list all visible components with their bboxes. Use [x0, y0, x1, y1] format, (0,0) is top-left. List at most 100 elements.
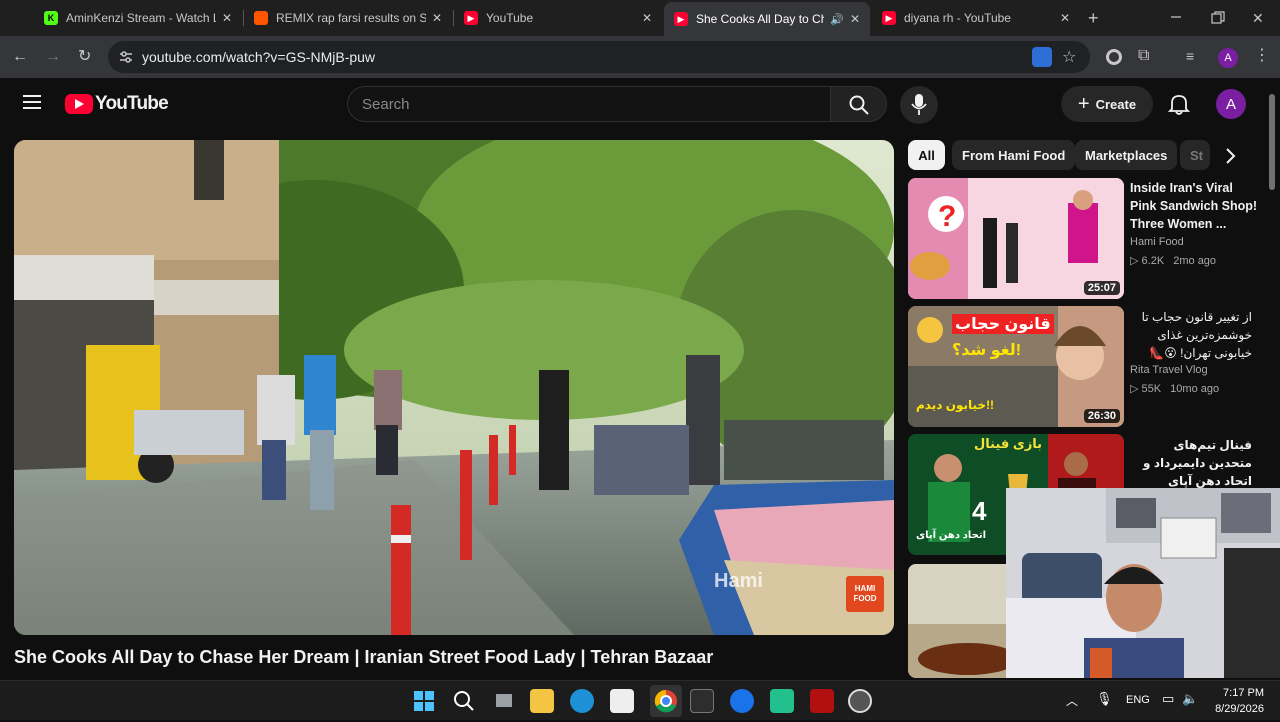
chip-marketplaces[interactable]: Marketplaces: [1075, 140, 1178, 170]
hamburger-menu-icon[interactable]: [23, 95, 41, 109]
address-bar[interactable]: youtube.com/watch?v=GS-NMjB-puw ☆: [108, 41, 1090, 73]
thumbnail-overlay-text: لغو شد؟!: [952, 342, 1022, 359]
search-input[interactable]: Search: [347, 86, 831, 122]
browser-tab-5[interactable]: ▶ diyana rh - YouTube ✕: [872, 4, 1080, 32]
chrome-icon: [654, 689, 677, 713]
play-small-icon: ▷: [1130, 255, 1139, 267]
dota-icon[interactable]: [810, 689, 834, 713]
browser-tab-4-active[interactable]: ▶ She Cooks All Day to Chase Her Dream 🔊…: [664, 2, 870, 36]
soundcloud-favicon-icon: [254, 11, 268, 25]
chip-all[interactable]: All: [908, 140, 945, 170]
thumbnail-overlay-number: 4: [972, 496, 987, 526]
profile-avatar[interactable]: A: [1218, 48, 1238, 68]
microsoft-store-icon[interactable]: [610, 689, 634, 713]
browser-tab-title: YouTube: [486, 11, 534, 25]
browser-tab-title: REMIX rap farsi results on SoundCloud: [276, 11, 426, 25]
chip-truncated[interactable]: St: [1180, 140, 1210, 170]
media-player-icon[interactable]: [848, 689, 872, 713]
youtube-header: YouTube Search + Create A: [0, 78, 1280, 132]
app-v-icon[interactable]: [730, 689, 754, 713]
extensions-puzzle-icon[interactable]: ⧉: [1138, 48, 1149, 64]
media-control-icon[interactable]: ≡: [1186, 48, 1194, 64]
browser-tab-1[interactable]: K AminKenzi Stream - Watch Live ✕: [34, 4, 242, 32]
android-studio-icon[interactable]: [770, 689, 794, 713]
chrome-taskbar-button[interactable]: [650, 685, 682, 717]
input-language[interactable]: ENG: [1126, 694, 1150, 706]
thumbnail-overlay-text: اتحاد دهن آپای: [916, 530, 986, 541]
thumbnail-overlay-text: قانون حجاب: [952, 314, 1054, 334]
close-window-icon[interactable]: ✕: [1252, 10, 1264, 27]
windows-start-icon[interactable]: [412, 689, 436, 713]
close-tab-icon[interactable]: ✕: [1060, 11, 1070, 25]
recommendation-age: 10mo ago: [1170, 383, 1220, 395]
recommendation-meta: ▷ 55K 10mo ago: [1130, 382, 1219, 395]
video-duration: 26:30: [1083, 409, 1120, 423]
plus-icon: +: [1077, 93, 1090, 115]
video-player[interactable]: Hami HAMI FOOD: [14, 140, 894, 635]
tray-chevron-up-icon[interactable]: ︿: [1066, 692, 1078, 709]
close-tab-icon[interactable]: ✕: [642, 11, 652, 25]
youtube-logo-text: YouTube: [95, 93, 169, 114]
system-clock[interactable]: 7:17 PM 8/29/2026: [1215, 685, 1264, 717]
browser-tab-3[interactable]: ▶ YouTube ✕: [454, 4, 662, 32]
file-explorer-icon[interactable]: [530, 689, 554, 713]
youtube-favicon-icon: ▶: [882, 11, 896, 25]
recommendation-channel[interactable]: Hami Food: [1130, 236, 1184, 248]
channel-badge-logo: HAMI FOOD: [846, 576, 884, 612]
account-avatar[interactable]: A: [1216, 89, 1246, 119]
chip-from-hami-food[interactable]: From Hami Food: [952, 140, 1076, 170]
close-tab-icon[interactable]: ✕: [222, 11, 232, 25]
new-tab-icon[interactable]: +: [1088, 9, 1099, 27]
recommendation-title[interactable]: Inside Iran's Viral Pink Sandwich Shop! …: [1130, 179, 1260, 233]
browser-tab-title: diyana rh - YouTube: [904, 11, 1011, 25]
menu-kebab-icon[interactable]: ⋮: [1254, 48, 1270, 64]
recommendation-views: 55K: [1141, 383, 1162, 395]
webcam-overlay: [1006, 488, 1280, 678]
voice-search-button[interactable]: [900, 86, 938, 124]
search-icon[interactable]: [452, 689, 476, 713]
task-view-icon[interactable]: [492, 689, 516, 713]
recommendation-thumbnail[interactable]: ? 25:07: [908, 178, 1124, 299]
clock-date: 8/29/2026: [1215, 703, 1264, 715]
volume-icon[interactable]: 🔈: [1182, 691, 1198, 707]
create-button[interactable]: + Create: [1061, 86, 1153, 122]
recommendation-channel[interactable]: Rita Travel Vlog: [1130, 364, 1208, 376]
site-info-icon[interactable]: [118, 49, 134, 65]
bookmark-star-icon[interactable]: ☆: [1062, 47, 1076, 67]
page-scrollbar[interactable]: [1269, 94, 1275, 190]
recommendation-meta: ▷ 6.2K 2mo ago: [1130, 254, 1216, 267]
close-tab-icon[interactable]: ✕: [432, 11, 442, 25]
search-button[interactable]: [830, 86, 887, 122]
chevron-right-icon[interactable]: [1218, 144, 1242, 168]
close-tab-icon[interactable]: ✕: [850, 12, 860, 26]
extension-circle-icon[interactable]: [1106, 49, 1122, 65]
terminal-icon[interactable]: [690, 689, 714, 713]
browser-toolbar: ← → ↻ youtube.com/watch?v=GS-NMjB-puw ☆ …: [0, 36, 1280, 78]
youtube-play-logo-icon: [65, 94, 93, 114]
reload-icon[interactable]: ↻: [78, 49, 91, 65]
video-title: She Cooks All Day to Chase Her Dream | I…: [14, 647, 714, 667]
create-label: Create: [1095, 96, 1137, 112]
tray-microphone-icon[interactable]: 🎙: [1096, 691, 1113, 707]
back-icon[interactable]: ←: [12, 49, 28, 65]
network-icon[interactable]: ▭: [1162, 691, 1174, 707]
recommendation-title[interactable]: از تغییر قانون حجاب تا خوشمزه‌ترین غذای …: [1130, 308, 1252, 362]
speaker-icon[interactable]: 🔊: [830, 13, 844, 26]
url-text[interactable]: youtube.com/watch?v=GS-NMjB-puw: [142, 49, 375, 65]
channel-badge-line2: FOOD: [853, 594, 877, 603]
webcam-feed-image: [1006, 488, 1280, 678]
youtube-logo[interactable]: YouTube: [65, 93, 169, 115]
install-app-icon[interactable]: [1032, 47, 1052, 67]
restore-icon[interactable]: [1210, 10, 1226, 26]
play-small-icon: ▷: [1130, 383, 1139, 395]
search-icon: [849, 95, 869, 115]
browser-tab-2[interactable]: REMIX rap farsi results on SoundCloud ✕: [244, 4, 452, 32]
recommendation-thumbnail[interactable]: قانون حجاب لغو شد؟! خیابون دیدم!! 26:30: [908, 306, 1124, 427]
thumbnail-overlay-text: خیابون دیدم!!: [916, 398, 995, 412]
notifications-bell-icon[interactable]: [1167, 93, 1191, 115]
minimize-icon[interactable]: [1168, 8, 1184, 24]
browser-tab-title: She Cooks All Day to Chase Her Dream: [696, 12, 825, 26]
forward-icon[interactable]: →: [45, 49, 61, 65]
edge-browser-icon[interactable]: [570, 689, 594, 713]
youtube-favicon-icon: ▶: [674, 12, 688, 26]
